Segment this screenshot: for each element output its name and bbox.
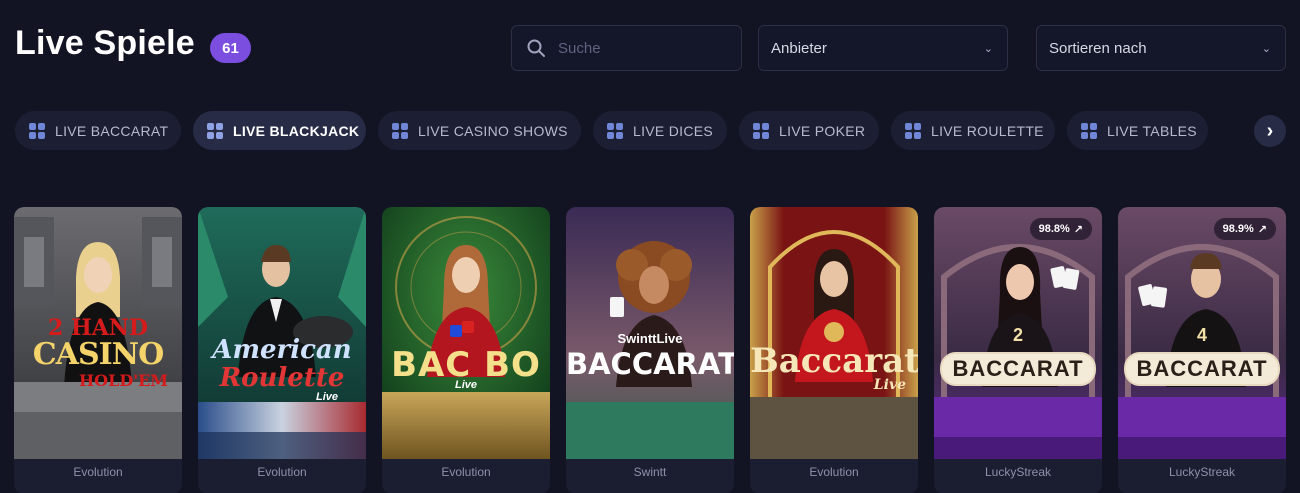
category-chip-label: LIVE TABLES xyxy=(1107,122,1197,139)
game-thumbnail: SwinttLive BACCARAT xyxy=(566,207,734,459)
game-thumbnail: 2 HAND CASINO HOLD'EM xyxy=(14,207,182,459)
game-logo-line: BACCARAT xyxy=(1124,352,1280,386)
grid-icon xyxy=(1081,122,1097,139)
game-card[interactable]: 2 BACCARAT 98.8% ↗ LuckyStreak xyxy=(934,207,1102,493)
game-card[interactable]: 2 HAND CASINO HOLD'EM Evolution xyxy=(14,207,182,493)
search-input[interactable] xyxy=(558,39,728,57)
game-logo-line: SwinttLive xyxy=(617,331,683,346)
sort-select-label: Sortieren nach xyxy=(1049,39,1147,57)
arrow-up-right-icon: ↗ xyxy=(1073,223,1083,236)
category-chip-live-baccarat[interactable]: LIVE BACCARAT xyxy=(15,111,181,150)
live-games-page: Live Spiele 61 Anbieter ⌄ Sortieren nach… xyxy=(0,0,1300,493)
grid-icon xyxy=(392,122,408,139)
game-logo-line: Baccarat xyxy=(750,341,918,381)
game-logo-line: 4 xyxy=(1196,325,1207,345)
category-chip-live-tables[interactable]: LIVE TABLES xyxy=(1067,111,1208,150)
game-provider: Evolution xyxy=(809,465,859,479)
category-chip-label: LIVE BACCARAT xyxy=(55,122,169,139)
chevron-down-icon: ⌄ xyxy=(1261,42,1271,55)
grid-icon xyxy=(753,122,769,139)
page-title: Live Spiele xyxy=(15,24,195,62)
game-thumbnail: American Roulette Live xyxy=(198,207,366,459)
game-logo-line: Live xyxy=(873,377,906,393)
rtp-badge: 98.8% ↗ xyxy=(1029,218,1092,240)
grid-icon xyxy=(607,122,623,139)
game-logo-line: 2 xyxy=(1012,325,1023,345)
game-logo-line: Live xyxy=(315,391,338,403)
game-provider: Evolution xyxy=(73,465,123,479)
category-chip-label: LIVE POKER xyxy=(779,122,866,139)
chevron-right-icon[interactable]: › xyxy=(1254,115,1286,147)
rtp-value: 98.9% xyxy=(1222,223,1254,235)
game-provider: LuckyStreak xyxy=(1168,465,1236,479)
game-thumbnail: Baccarat Live xyxy=(750,207,918,459)
provider-select-label: Anbieter xyxy=(771,39,827,57)
game-count-badge: 61 xyxy=(210,33,251,63)
category-chip-live-dices[interactable]: LIVE DICES xyxy=(593,111,727,150)
game-card[interactable]: American Roulette Live Evolution xyxy=(198,207,366,493)
game-logo-line: American xyxy=(212,335,352,365)
search-field[interactable] xyxy=(511,25,742,71)
game-logo-line: HOLD'EM xyxy=(79,371,168,390)
chevron-down-icon: ⌄ xyxy=(983,42,993,55)
grid-icon xyxy=(905,122,921,139)
game-logo-line: Live xyxy=(454,379,477,391)
game-logo-line: BACCARAT xyxy=(566,347,734,381)
game-thumbnail: BAC BO Live xyxy=(382,207,550,459)
category-chip-live-casino-shows[interactable]: LIVE CASINO SHOWS xyxy=(378,111,581,150)
sort-select[interactable]: Sortieren nach ⌄ xyxy=(1036,25,1286,71)
game-provider: LuckyStreak xyxy=(984,465,1052,479)
game-provider: Evolution xyxy=(441,465,491,479)
game-card[interactable]: SwinttLive BACCARAT Swintt xyxy=(566,207,734,493)
category-chip-label: LIVE ROULETTE xyxy=(931,122,1044,139)
search-icon xyxy=(527,39,545,57)
provider-select[interactable]: Anbieter ⌄ xyxy=(758,25,1008,71)
category-chip-live-blackjack[interactable]: LIVE BLACKJACK xyxy=(193,111,366,150)
game-card[interactable]: Baccarat Live Evolution xyxy=(750,207,918,493)
category-chip-live-poker[interactable]: LIVE POKER xyxy=(739,111,879,150)
category-chip-live-roulette[interactable]: LIVE ROULETTE xyxy=(891,111,1055,150)
game-card[interactable]: BAC BO Live Evolution xyxy=(382,207,550,493)
category-chip-label: LIVE BLACKJACK xyxy=(233,122,360,139)
category-chip-label: LIVE CASINO SHOWS xyxy=(418,122,568,139)
game-logo-line: CASINO xyxy=(32,337,164,372)
game-card[interactable]: 4 BACCARAT 98.9% ↗ LuckyStreak xyxy=(1118,207,1286,493)
category-chip-label: LIVE DICES xyxy=(633,122,714,139)
arrow-up-right-icon: ↗ xyxy=(1257,223,1267,236)
game-logo-line: Roulette xyxy=(219,363,345,393)
game-logo-line: BACCARAT xyxy=(940,352,1096,386)
grid-icon xyxy=(29,122,45,139)
game-provider: Swintt xyxy=(633,465,667,479)
game-provider: Evolution xyxy=(257,465,307,479)
rtp-badge: 98.9% ↗ xyxy=(1213,218,1276,240)
rtp-value: 98.8% xyxy=(1038,223,1070,235)
game-thumbnail: 4 BACCARAT 98.9% ↗ xyxy=(1118,207,1286,459)
grid-icon xyxy=(207,122,223,139)
game-thumbnail: 2 BACCARAT 98.8% ↗ xyxy=(934,207,1102,459)
